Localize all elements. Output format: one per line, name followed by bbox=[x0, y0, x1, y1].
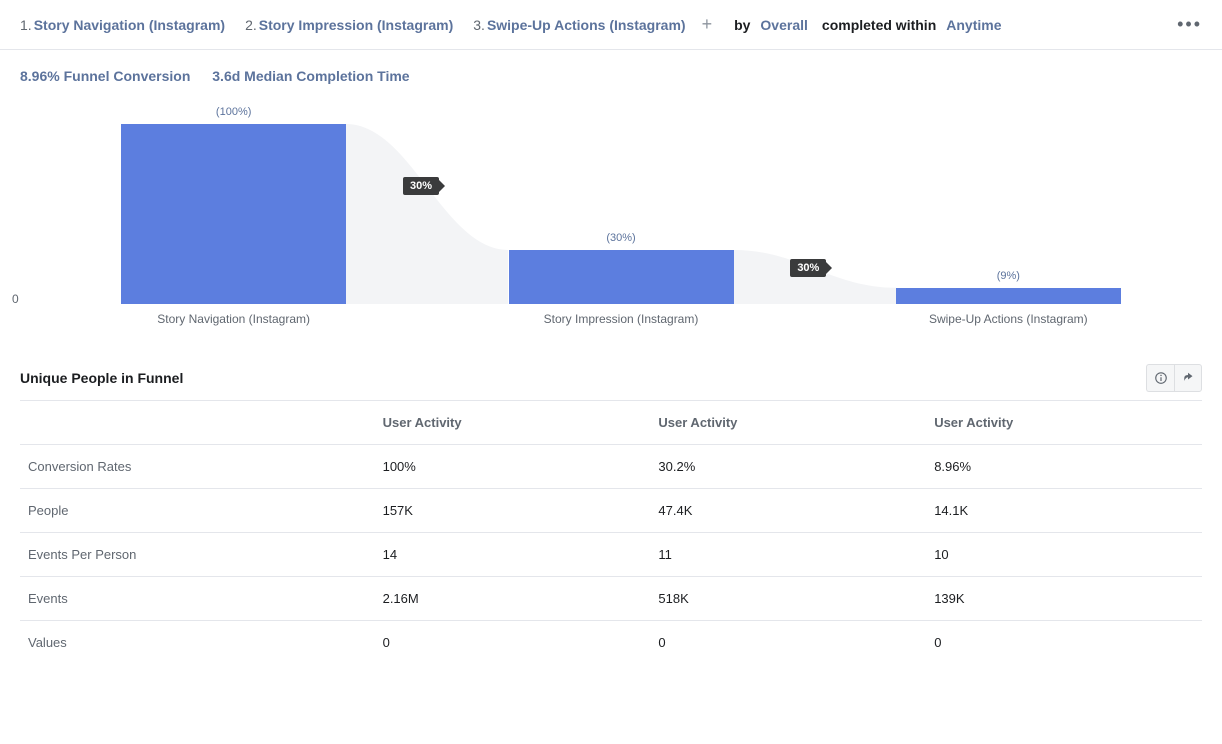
row-label: Conversion Rates bbox=[20, 445, 375, 489]
cell-value: 2.16M bbox=[375, 577, 651, 621]
cell-value: 11 bbox=[650, 533, 926, 577]
funnel-connector bbox=[346, 104, 508, 304]
funnel-step-2[interactable]: 2.Story Impression (Instagram) bbox=[245, 17, 453, 33]
step-label: Story Navigation (Instagram) bbox=[34, 17, 225, 33]
funnel-bar[interactable]: (30%)Story Impression (Instagram) bbox=[509, 104, 734, 304]
cell-value: 0 bbox=[650, 621, 926, 665]
by-label: by bbox=[734, 17, 750, 33]
conversion-metric: 8.96% Funnel Conversion bbox=[20, 68, 190, 84]
dropoff-badge: 30% bbox=[790, 259, 826, 277]
share-icon[interactable] bbox=[1174, 364, 1202, 392]
step-number: 2. bbox=[245, 17, 257, 33]
row-label: People bbox=[20, 489, 375, 533]
completed-label: completed within bbox=[822, 17, 936, 33]
table-row: Values000 bbox=[20, 621, 1202, 665]
funnel-step-3[interactable]: 3.Swipe-Up Actions (Instagram) bbox=[473, 17, 685, 33]
column-header: User Activity bbox=[375, 401, 651, 445]
cell-value: 0 bbox=[375, 621, 651, 665]
table-row: Conversion Rates100%30.2%8.96% bbox=[20, 445, 1202, 489]
cell-value: 157K bbox=[375, 489, 651, 533]
dropoff-badge: 30% bbox=[403, 177, 439, 195]
table-row: Events2.16M518K139K bbox=[20, 577, 1202, 621]
cell-value: 0 bbox=[926, 621, 1202, 665]
median-time-metric: 3.6d Median Completion Time bbox=[212, 68, 409, 84]
axis-zero-label: 0 bbox=[12, 292, 19, 306]
info-icon[interactable] bbox=[1146, 364, 1174, 392]
cell-value: 10 bbox=[926, 533, 1202, 577]
cell-value: 518K bbox=[650, 577, 926, 621]
bar-pct-label: (30%) bbox=[509, 232, 734, 244]
bar-pct-label: (100%) bbox=[121, 106, 346, 118]
cell-value: 14 bbox=[375, 533, 651, 577]
column-header: User Activity bbox=[926, 401, 1202, 445]
funnel-step-1[interactable]: 1.Story Navigation (Instagram) bbox=[20, 17, 225, 33]
column-header: User Activity bbox=[650, 401, 926, 445]
table-actions bbox=[1146, 364, 1202, 392]
metrics-bar: 8.96% Funnel Conversion 3.6d Median Comp… bbox=[0, 50, 1222, 84]
cell-value: 139K bbox=[926, 577, 1202, 621]
breakdown-selector[interactable]: Overall bbox=[760, 17, 807, 33]
cell-value: 8.96% bbox=[926, 445, 1202, 489]
step-number: 3. bbox=[473, 17, 485, 33]
table-row: People157K47.4K14.1K bbox=[20, 489, 1202, 533]
row-label: Events bbox=[20, 577, 375, 621]
table-row: Events Per Person141110 bbox=[20, 533, 1202, 577]
step-number: 1. bbox=[20, 17, 32, 33]
table-section: Unique People in Funnel User ActivityUse… bbox=[0, 344, 1222, 684]
cell-value: 100% bbox=[375, 445, 651, 489]
row-label: Values bbox=[20, 621, 375, 665]
more-menu-icon[interactable]: ••• bbox=[1177, 14, 1202, 35]
cell-value: 47.4K bbox=[650, 489, 926, 533]
funnel-header: 1.Story Navigation (Instagram) 2.Story I… bbox=[0, 0, 1222, 50]
funnel-table: User ActivityUser ActivityUser Activity … bbox=[20, 400, 1202, 664]
step-label: Story Impression (Instagram) bbox=[259, 17, 454, 33]
row-label: Events Per Person bbox=[20, 533, 375, 577]
table-title: Unique People in Funnel bbox=[20, 370, 183, 386]
cell-value: 14.1K bbox=[926, 489, 1202, 533]
bar-category-label: Story Impression (Instagram) bbox=[509, 312, 734, 326]
cell-value: 30.2% bbox=[650, 445, 926, 489]
bar-category-label: Story Navigation (Instagram) bbox=[121, 312, 346, 326]
add-step-button[interactable]: + bbox=[692, 14, 723, 35]
step-label: Swipe-Up Actions (Instagram) bbox=[487, 17, 686, 33]
bar-pct-label: (9%) bbox=[896, 270, 1121, 282]
funnel-bar[interactable]: (9%)Swipe-Up Actions (Instagram) bbox=[896, 104, 1121, 304]
funnel-chart: 0 (100%)Story Navigation (Instagram)(30%… bbox=[0, 84, 1222, 344]
timeframe-selector[interactable]: Anytime bbox=[946, 17, 1001, 33]
funnel-bar[interactable]: (100%)Story Navigation (Instagram) bbox=[121, 104, 346, 304]
bar-category-label: Swipe-Up Actions (Instagram) bbox=[896, 312, 1121, 326]
